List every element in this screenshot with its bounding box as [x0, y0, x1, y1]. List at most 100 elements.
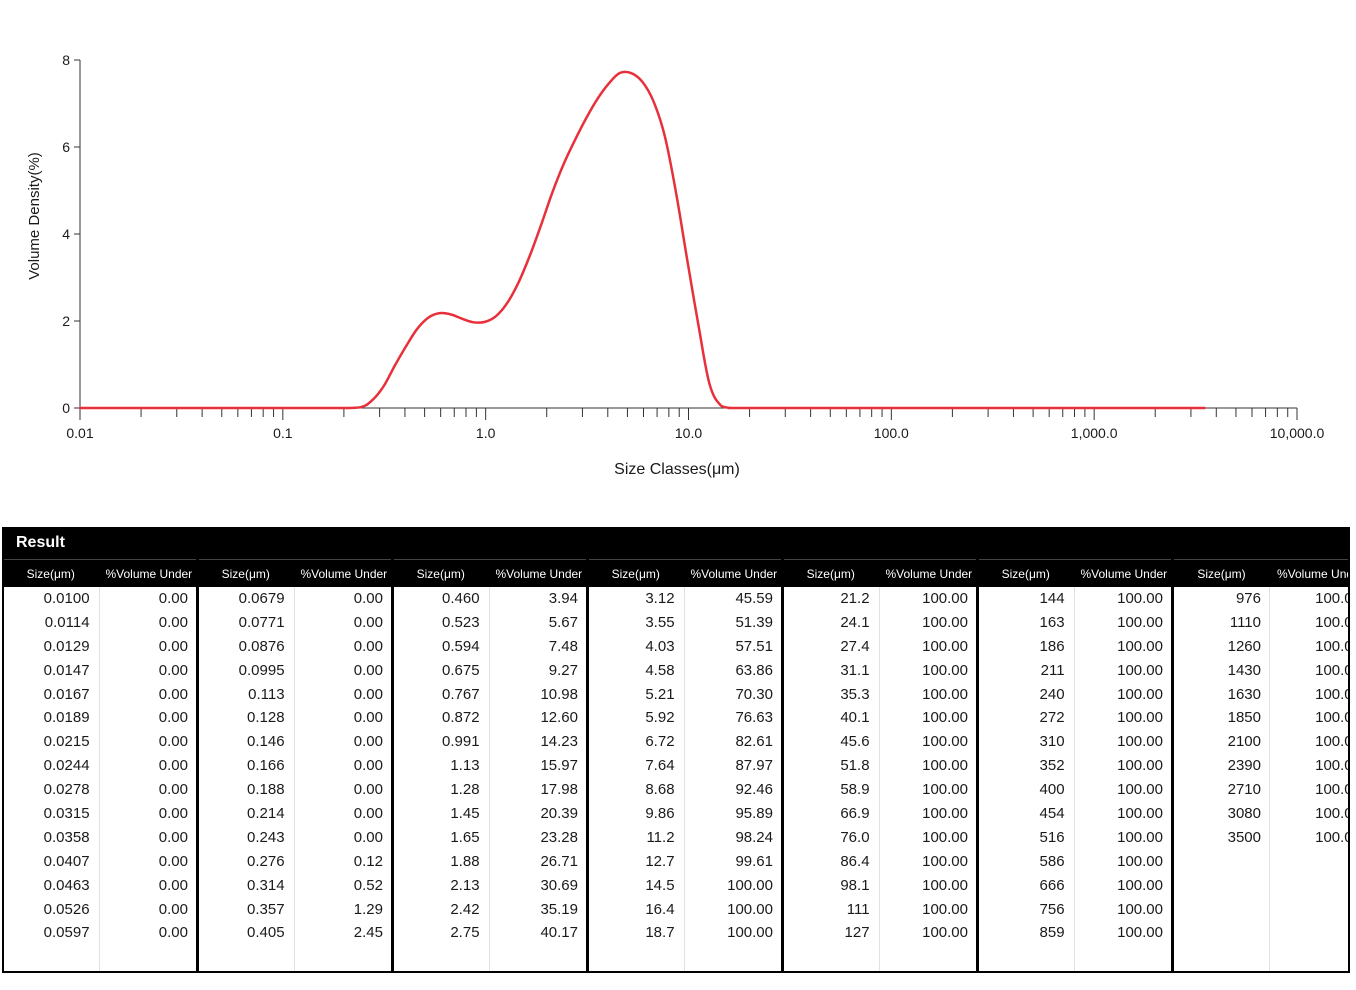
size-cell: 4.58: [645, 661, 675, 679]
size-column-header: Size(μm): [806, 567, 855, 581]
table-row: 0.0358 0.00: [4, 826, 196, 850]
size-cell: 666: [1039, 876, 1065, 894]
size-cell: 0.166: [247, 757, 285, 775]
size-cell: 0.0189: [43, 709, 90, 727]
volume-under-cell: 0.00: [158, 924, 188, 942]
column-header-row: Size(μm) %Volume Under: [199, 559, 391, 587]
size-cell: 0.0876: [238, 637, 285, 655]
table-row: 0.243 0.00: [199, 826, 391, 850]
size-cell: 0.357: [247, 900, 285, 918]
size-cell: 127: [844, 924, 870, 942]
size-cell: 3.12: [645, 590, 675, 607]
table-row: 0.128 0.00: [199, 706, 391, 730]
volume-under-cell: 0.00: [353, 781, 383, 799]
size-cell: 400: [1039, 781, 1065, 799]
table-row: 1430 100.00: [1174, 659, 1348, 683]
size-cell: 0.460: [442, 590, 480, 607]
size-cell: 7.64: [645, 757, 675, 775]
volume-under-cell: 35.19: [540, 900, 578, 918]
table-row: 5.21 70.30: [589, 683, 781, 707]
table-row: 27.4 100.00: [784, 635, 976, 659]
table-row: 0.460 3.94: [394, 587, 586, 611]
size-cell: 1.65: [450, 828, 480, 846]
size-cell: 272: [1039, 709, 1065, 727]
table-row: 2100 100.00: [1174, 730, 1348, 754]
table-row: 0.405 2.45: [199, 921, 391, 945]
volume-under-cell: 0.00: [353, 661, 383, 679]
volume-under-column-header: %Volume Under: [690, 567, 778, 581]
volume-under-cell: 100.00: [727, 900, 773, 918]
size-cell: 5.92: [645, 709, 675, 727]
volume-under-cell: 0.00: [158, 852, 188, 870]
table-row: 98.1 100.00: [784, 874, 976, 898]
volume-under-cell: 0.00: [353, 733, 383, 751]
size-cell: 0.0315: [43, 805, 90, 823]
table-row: 1110 100.00: [1174, 611, 1348, 635]
table-row: 0.0679 0.00: [199, 587, 391, 611]
volume-under-cell: 95.89: [735, 805, 773, 823]
table-row: 0.0597 0.00: [4, 921, 196, 945]
volume-under-cell: 17.98: [540, 781, 578, 799]
volume-under-cell: 0.00: [158, 709, 188, 727]
size-cell: 1430: [1227, 661, 1261, 679]
table-row: 1.45 20.39: [394, 802, 586, 826]
y-tick-label: 4: [62, 226, 70, 242]
table-row: 3.12 45.59: [589, 587, 781, 611]
volume-under-cell: 0.00: [158, 781, 188, 799]
size-cell: 0.0244: [43, 757, 90, 775]
volume-under-cell: 100.00: [1117, 924, 1163, 942]
volume-under-cell: 100.00: [1315, 661, 1348, 679]
volume-under-cell: 5.67: [548, 613, 578, 631]
size-cell: 1110: [1229, 613, 1261, 631]
size-cell: 0.523: [442, 613, 480, 631]
volume-under-cell: 100.00: [1315, 828, 1348, 846]
size-cell: 310: [1039, 733, 1065, 751]
volume-under-cell: 100.00: [1315, 733, 1348, 751]
size-cell: 756: [1039, 900, 1065, 918]
table-row: 163 100.00: [979, 611, 1171, 635]
volume-under-cell: 100.00: [1117, 661, 1163, 679]
volume-under-cell: 15.97: [540, 757, 578, 775]
size-cell: 0.0463: [43, 876, 90, 894]
size-cell: 16.4: [645, 900, 675, 918]
table-row: 0.872 12.60: [394, 706, 586, 730]
volume-under-cell: 40.17: [540, 924, 578, 942]
volume-under-cell: 100.00: [1315, 757, 1348, 775]
volume-under-cell: 0.00: [158, 733, 188, 751]
table-row: 0.0463 0.00: [4, 874, 196, 898]
volume-under-cell: 0.00: [158, 828, 188, 846]
volume-under-cell: 20.39: [540, 805, 578, 823]
table-row: 3500 100.00: [1174, 826, 1348, 850]
result-table: Size(μm) %Volume Under 0.0100 0.00 0.0114 0.0…: [4, 559, 1348, 971]
result-panel: Result Size(μm) %Volume Under 0.0100 0.00 0.…: [2, 527, 1350, 973]
size-cell: 586: [1039, 852, 1065, 870]
size-cell: 1.88: [450, 852, 480, 870]
volume-under-cell: 0.00: [158, 757, 188, 775]
table-row: 6.72 82.61: [589, 730, 781, 754]
x-tick-label: 1.0: [476, 425, 496, 441]
size-cell: 0.146: [247, 733, 285, 751]
table-row: 2.13 30.69: [394, 874, 586, 898]
column-divider: [1269, 587, 1270, 971]
table-row: 0.0244 0.00: [4, 754, 196, 778]
table-row: 0.0189 0.00: [4, 706, 196, 730]
size-cell: 76.0: [840, 828, 870, 846]
table-row: 0.991 14.23: [394, 730, 586, 754]
column-divider: [879, 587, 880, 971]
size-cell: 859: [1039, 924, 1065, 942]
y-tick-label: 0: [62, 400, 70, 416]
size-column-header: Size(μm): [1001, 567, 1050, 581]
volume-under-cell: 100.00: [922, 805, 968, 823]
size-cell: 12.7: [645, 852, 675, 870]
table-row: 2.42 35.19: [394, 898, 586, 922]
size-cell: 0.0597: [43, 924, 90, 942]
result-column-group: Size(μm) %Volume Under 3.12 45.59 3.55 51.39 4…: [589, 559, 784, 971]
size-cell: 0.214: [247, 805, 285, 823]
table-row: 0.314 0.52: [199, 874, 391, 898]
volume-under-cell: 100.00: [727, 924, 773, 942]
size-cell: 516: [1039, 828, 1065, 846]
volume-under-cell: 26.71: [540, 852, 578, 870]
table-row: 0.188 0.00: [199, 778, 391, 802]
table-row: 0.276 0.12: [199, 850, 391, 874]
y-tick-label: 6: [62, 139, 70, 155]
